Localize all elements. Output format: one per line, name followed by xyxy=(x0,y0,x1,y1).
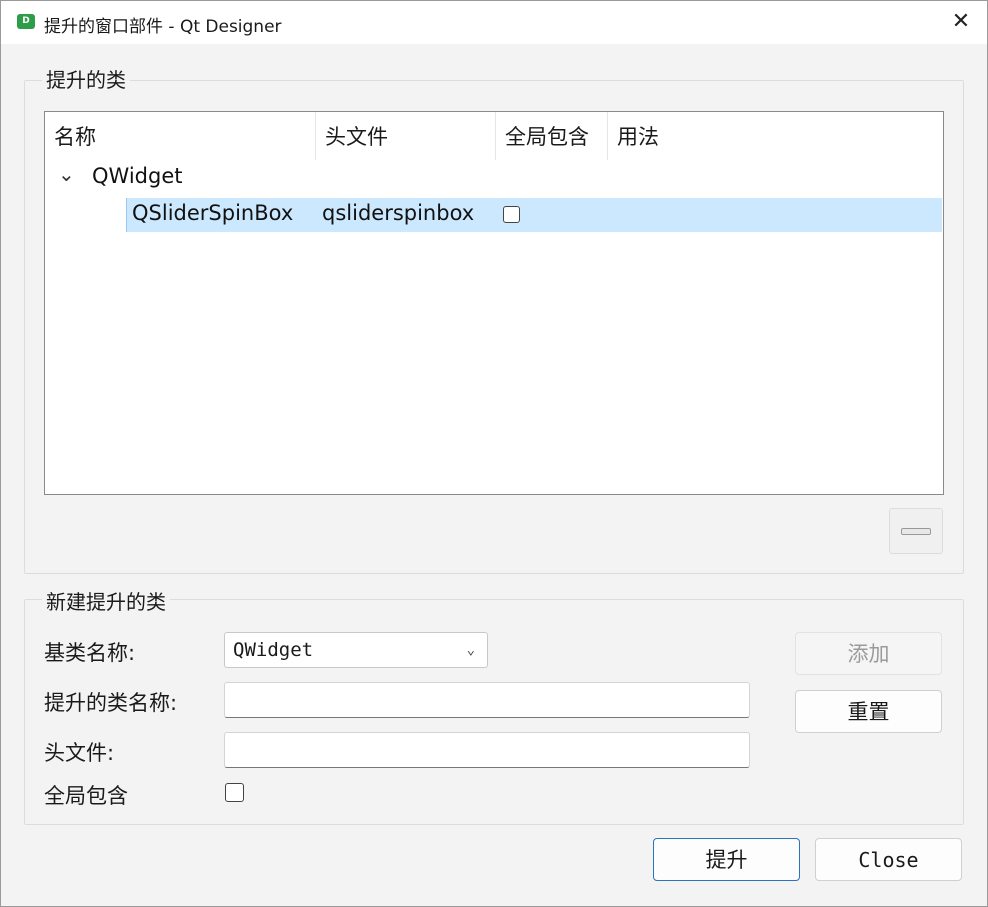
header-file-label: 头文件: xyxy=(44,741,115,765)
column-header-usage[interactable]: 用法 xyxy=(608,112,943,160)
reset-button[interactable]: 重置 xyxy=(795,690,942,733)
promoted-class-name-input[interactable] xyxy=(224,682,750,718)
promoted-classes-tree[interactable]: 名称 头文件 全局包含 用法 ⌄ QWidget QSliderSpinBox … xyxy=(44,111,944,495)
close-window-button[interactable]: ✕ xyxy=(943,6,979,38)
tree-expander-icon[interactable]: ⌄ xyxy=(58,162,75,186)
minus-icon xyxy=(901,528,931,535)
new-promoted-class-group-title: 新建提升的类 xyxy=(42,586,170,615)
header-file-input[interactable] xyxy=(224,732,750,768)
window-title: 提升的窗口部件 - Qt Designer xyxy=(44,17,282,37)
promoted-classes-group-title: 提升的类 xyxy=(42,64,130,93)
qt-designer-app-icon: D xyxy=(17,14,35,29)
column-header-name[interactable]: 名称 xyxy=(45,112,316,160)
chevron-down-icon: ⌄ xyxy=(466,642,475,658)
close-button[interactable]: Close xyxy=(815,838,962,881)
add-button[interactable]: 添加 xyxy=(795,632,942,675)
promoted-class-name-label: 提升的类名称: xyxy=(44,691,178,715)
tree-item-qwidget[interactable]: QWidget xyxy=(92,164,182,188)
column-header-header-file[interactable]: 头文件 xyxy=(316,112,496,160)
tree-item-header-file: qsliderspinbox xyxy=(322,201,475,225)
global-include-checkbox[interactable] xyxy=(225,783,244,802)
promote-button[interactable]: 提升 xyxy=(653,838,800,881)
base-class-combobox[interactable]: QWidget ⌄ xyxy=(224,632,488,668)
base-class-label: 基类名称: xyxy=(44,641,136,665)
remove-promoted-class-button[interactable] xyxy=(889,508,943,554)
title-bar: D 提升的窗口部件 - Qt Designer ✕ xyxy=(0,0,988,44)
column-header-global-include[interactable]: 全局包含 xyxy=(496,112,608,160)
tree-item-global-include-checkbox[interactable] xyxy=(503,206,520,223)
base-class-value: QWidget xyxy=(233,639,314,661)
global-include-label: 全局包含 xyxy=(44,784,128,808)
tree-item-name: QSliderSpinBox xyxy=(132,201,294,225)
